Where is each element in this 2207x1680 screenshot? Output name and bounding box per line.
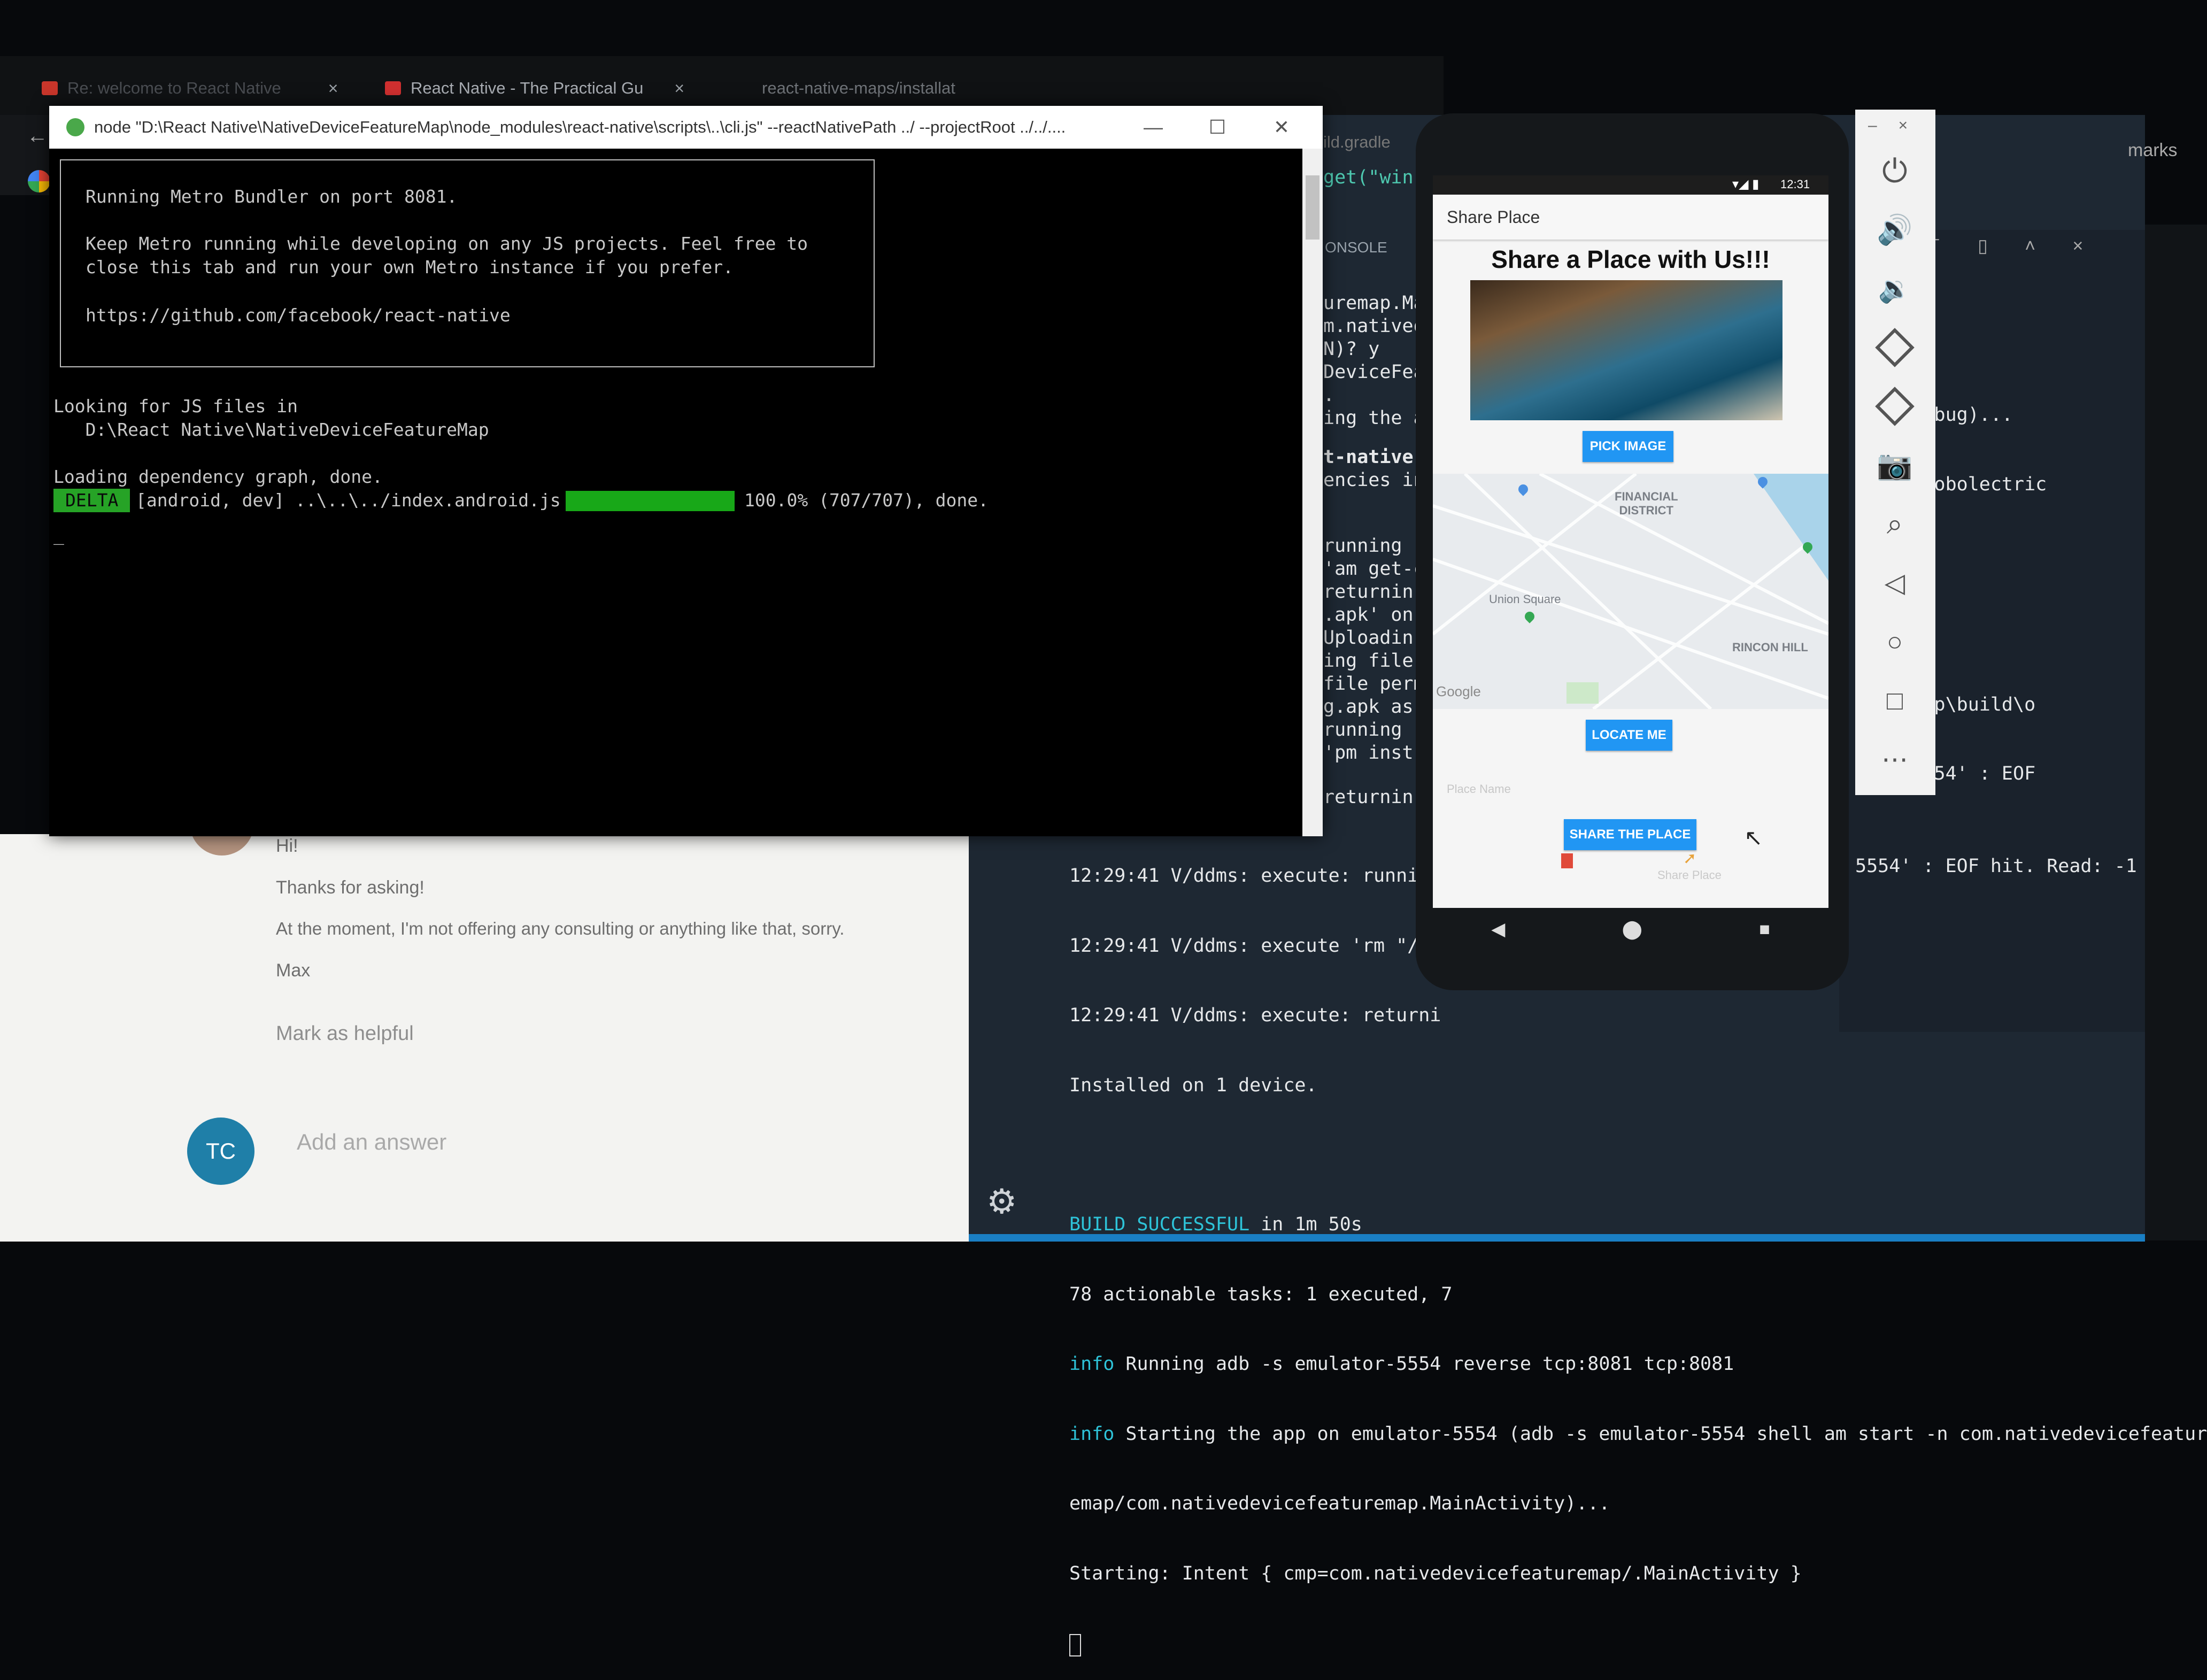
answer-line: Thanks for asking! — [276, 877, 425, 898]
bundle-progress-bar — [566, 491, 735, 511]
wifi-icon: ▾◢ ▮ — [1732, 177, 1760, 191]
share-tab-label[interactable]: Share Place — [1657, 868, 1722, 882]
window-scrollbar[interactable] — [1302, 149, 1323, 836]
app-header: Share Place — [1433, 195, 1828, 240]
back-icon[interactable]: ◀ — [1491, 919, 1505, 940]
gear-icon[interactable]: ⚙ — [986, 1182, 1017, 1222]
panel-controls-icons[interactable]: ⊤ ▯ ˄ × — [1925, 235, 2099, 257]
back-icon[interactable]: ◁ — [1868, 556, 1922, 610]
terminal-fragments-left: uremap.Ma m.nativeo N)? y DeviceFea . in… — [1323, 292, 1425, 808]
answer-line: At the moment, I'm not offering any cons… — [276, 919, 845, 938]
share-tab-icon[interactable]: ➚ — [1683, 849, 1696, 868]
metro-terminal-window: node "D:\React Native\NativeDeviceFeatur… — [49, 106, 1323, 836]
overview-icon[interactable]: □ — [1868, 674, 1922, 727]
bottom-tabs: ➚ Share Place — [1433, 849, 1828, 908]
mouse-cursor-icon: ↖ — [1744, 825, 1763, 850]
rotate-right-icon[interactable] — [1868, 380, 1922, 433]
tab-label: React Native - The Practical Gu — [411, 79, 644, 97]
more-icon[interactable]: ⋯ — [1868, 733, 1922, 786]
editor-tab-label[interactable]: ild.gradle — [1323, 133, 1391, 152]
window-title: node "D:\React Native\NativeDeviceFeatur… — [94, 118, 1066, 136]
node-icon — [66, 118, 84, 136]
window-titlebar[interactable]: node "D:\React Native\NativeDeviceFeatur… — [49, 106, 1323, 149]
metro-github-link[interactable]: https://github.com/facebook/react-native — [86, 304, 511, 327]
bundle-progress-text: 100.0% (707/707), done. — [744, 490, 989, 511]
udemy-icon — [385, 81, 401, 95]
minimize-icon[interactable]: — — [1124, 106, 1183, 149]
power-icon[interactable]: ⏻ — [1868, 144, 1922, 198]
google-icon — [28, 170, 50, 192]
map-label: RINCON HILL — [1732, 641, 1808, 654]
phone-screen: 12:31 ▾◢ ▮ Share Place Share a Place wit… — [1433, 175, 1828, 908]
zoom-icon[interactable]: ⌕ — [1868, 497, 1922, 551]
bookmarks-fragment: marks — [2128, 140, 2178, 160]
close-tab-icon[interactable]: × — [674, 79, 684, 98]
place-image-preview — [1470, 280, 1782, 420]
android-statusbar: 12:31 ▾◢ ▮ — [1433, 175, 1828, 195]
console-line: Looking for JS files in — [53, 396, 298, 417]
delta-badge: DELTA — [53, 489, 130, 512]
console-cursor: _ — [53, 524, 64, 545]
console-line: D:\React Native\NativeDeviceFeatureMap — [53, 419, 489, 440]
volume-up-icon[interactable]: 🔊 — [1868, 203, 1922, 257]
find-place-tab-icon[interactable] — [1561, 853, 1573, 868]
user-avatar: TC — [187, 1118, 254, 1185]
terminal-cursor — [1069, 1634, 1081, 1656]
camera-icon[interactable]: 📷 — [1868, 438, 1922, 492]
back-arrow-icon[interactable]: ← — [27, 124, 48, 148]
volume-down-icon[interactable]: 🔉 — [1868, 262, 1922, 315]
map-view[interactable]: FINANCIAL DISTRICT Union Square RINCON H… — [1433, 474, 1828, 709]
status-time: 12:31 — [1780, 178, 1810, 191]
map-label: FINANCIAL DISTRICT — [1615, 490, 1678, 517]
close-tab-icon[interactable]: × — [328, 79, 338, 98]
close-icon[interactable]: ✕ — [1252, 106, 1311, 149]
home-icon[interactable]: ⬤ — [1622, 919, 1642, 940]
metro-info-line: Keep Metro running while developing on a… — [86, 233, 808, 254]
mark-helpful-link[interactable]: Mark as helpful — [276, 1022, 414, 1045]
rotate-left-icon[interactable] — [1868, 321, 1922, 374]
browser-scrollbar[interactable] — [2145, 225, 2207, 1240]
home-icon[interactable]: ○ — [1868, 615, 1922, 668]
answer-signature: Max — [276, 960, 311, 981]
code-fragment: get("win — [1323, 167, 1414, 188]
bundle-progress-track — [566, 491, 735, 511]
browser-tab-github[interactable]: react-native-maps/installat — [762, 74, 955, 103]
metro-info-line: Running Metro Bundler on port 8081. — [86, 186, 458, 207]
place-name-input[interactable]: Place Name — [1433, 773, 1828, 805]
answer-input[interactable]: Add an answer — [297, 1129, 446, 1155]
metro-info-line: close this tab and run your own Metro in… — [86, 257, 734, 278]
qa-page — [0, 834, 969, 1242]
pick-image-button[interactable]: PICK IMAGE — [1583, 431, 1673, 462]
app-title: Share Place — [1447, 207, 1540, 227]
gmail-icon — [42, 81, 58, 95]
tab-label: Re: welcome to React Native — [67, 79, 281, 97]
vscode-statusbar — [969, 1234, 2145, 1242]
emulator-window-controls[interactable]: –× — [1868, 117, 1929, 135]
android-navbar: ◀ ⬤ ■ — [1433, 908, 1828, 951]
google-logo: Google — [1436, 683, 1481, 699]
panel-tab-label[interactable]: ONSOLE — [1325, 239, 1387, 256]
maximize-icon[interactable]: ☐ — [1188, 106, 1247, 149]
page-headline: Share a Place with Us!!! — [1491, 245, 1770, 273]
bundle-path: [android, dev] ..\..\../index.android.js — [136, 490, 561, 511]
console-line: Loading dependency graph, done. — [53, 466, 383, 487]
map-label: Union Square — [1489, 592, 1561, 606]
overview-icon[interactable]: ■ — [1759, 919, 1770, 940]
browser-tab-gmail[interactable]: Re: welcome to React Native × — [42, 74, 338, 103]
browser-tab-udemy[interactable]: React Native - The Practical Gu × — [385, 74, 684, 103]
share-place-button[interactable]: SHARE THE PLACE — [1564, 819, 1696, 850]
locate-me-button[interactable]: LOCATE ME — [1586, 720, 1672, 751]
tab-label: react-native-maps/installat — [762, 79, 955, 97]
answer-greeting: Hi! — [276, 836, 298, 856]
scrollbar-thumb[interactable] — [1306, 175, 1319, 240]
